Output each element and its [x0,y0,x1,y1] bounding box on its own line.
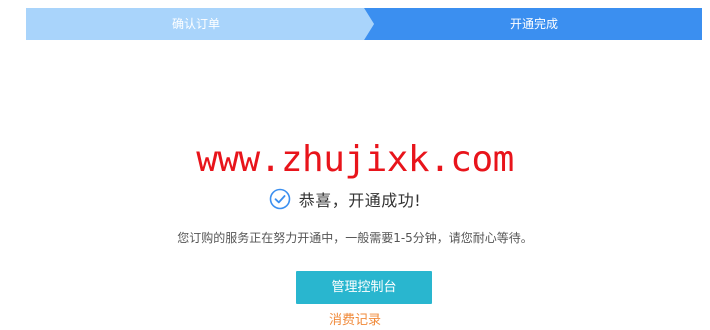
consumption-records-link[interactable]: 消费记录 [0,312,710,330]
step-confirm-order: 确认订单 [171,17,220,31]
progress-stepper: 确认订单 开通完成 [26,8,702,40]
order-complete-page: 确认订单 开通完成 www.zhujixk.com 恭喜，开通成功! 您订购的服… [0,0,710,330]
status-message: 您订购的服务正在努力开通中，一般需要1-5分钟，请您耐心等待。 [177,231,533,245]
check-circle-icon [269,188,291,210]
success-row: 恭喜，开通成功! [0,186,710,212]
step-complete: 开通完成 [509,17,558,31]
watermark-text: www.zhujixk.com [196,139,514,180]
success-title: 恭喜，开通成功! [298,191,422,210]
manage-console-button[interactable]: 管理控制台 [296,271,432,304]
